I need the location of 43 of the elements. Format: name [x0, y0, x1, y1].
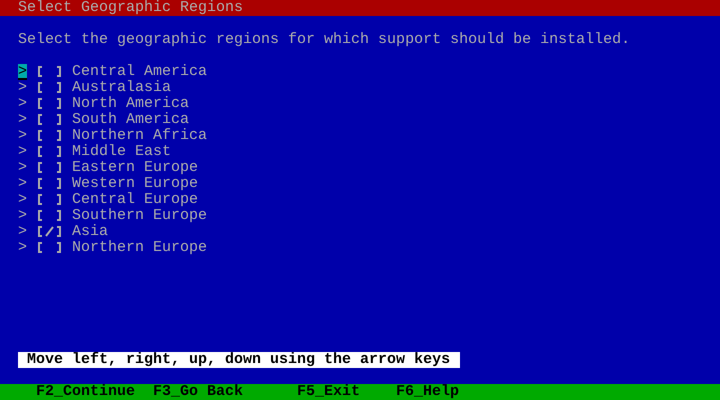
cursor-marker: >	[18, 192, 27, 208]
function-key-label[interactable]: F5_Exit	[297, 384, 396, 400]
cursor-marker: >	[18, 64, 27, 80]
region-label[interactable]: South America	[72, 112, 190, 128]
checkbox[interactable]	[36, 128, 63, 144]
region-label[interactable]: Northern Europe	[72, 240, 208, 256]
checkbox[interactable]	[36, 208, 63, 224]
cursor-marker: >	[18, 112, 27, 128]
checkbox[interactable]	[36, 80, 63, 96]
region-label[interactable]: Northern Africa	[72, 128, 208, 144]
region-label[interactable]: Eastern Europe	[72, 160, 198, 176]
checkbox[interactable]	[36, 192, 63, 208]
region-label[interactable]: North America	[72, 96, 190, 112]
region-label[interactable]: Central Europe	[72, 192, 198, 208]
region-label[interactable]: Asia	[72, 224, 108, 240]
help-bar: Move left, right, up, down using the arrow keys	[18, 352, 460, 368]
cursor-marker: >	[18, 96, 27, 112]
checkbox[interactable]	[36, 144, 63, 160]
checkbox[interactable]	[36, 240, 63, 256]
region-label[interactable]: Central America	[72, 64, 208, 80]
cursor-marker: >	[18, 224, 27, 240]
region-label[interactable]: Middle East	[72, 144, 172, 160]
cursor-marker: >	[18, 240, 27, 256]
region-label[interactable]: Southern Europe	[72, 208, 208, 224]
window-title: Select Geographic Regions	[18, 0, 244, 16]
instruction-text: Select the geographic regions for which support should be installed.	[18, 32, 630, 48]
checkbox[interactable]	[36, 176, 63, 192]
checkbox[interactable]	[36, 64, 63, 80]
function-key-label[interactable]: F2_Continue	[36, 384, 153, 400]
checkbox[interactable]	[36, 160, 63, 176]
cursor-marker: >	[18, 208, 27, 224]
cursor-marker: >	[18, 80, 27, 96]
checkbox[interactable]	[36, 112, 63, 128]
cursor-marker: >	[18, 128, 27, 144]
cursor-marker: >	[18, 176, 27, 192]
region-label[interactable]: Australasia	[72, 80, 172, 96]
function-key-label[interactable]: F3_Go Back	[153, 384, 297, 400]
region-label[interactable]: Western Europe	[72, 176, 198, 192]
checkbox[interactable]	[36, 96, 63, 112]
cursor-marker: >	[18, 160, 27, 176]
cursor-marker: >	[18, 144, 27, 160]
checkbox[interactable]	[36, 224, 63, 240]
function-key-label[interactable]: F6_Help	[396, 384, 495, 400]
